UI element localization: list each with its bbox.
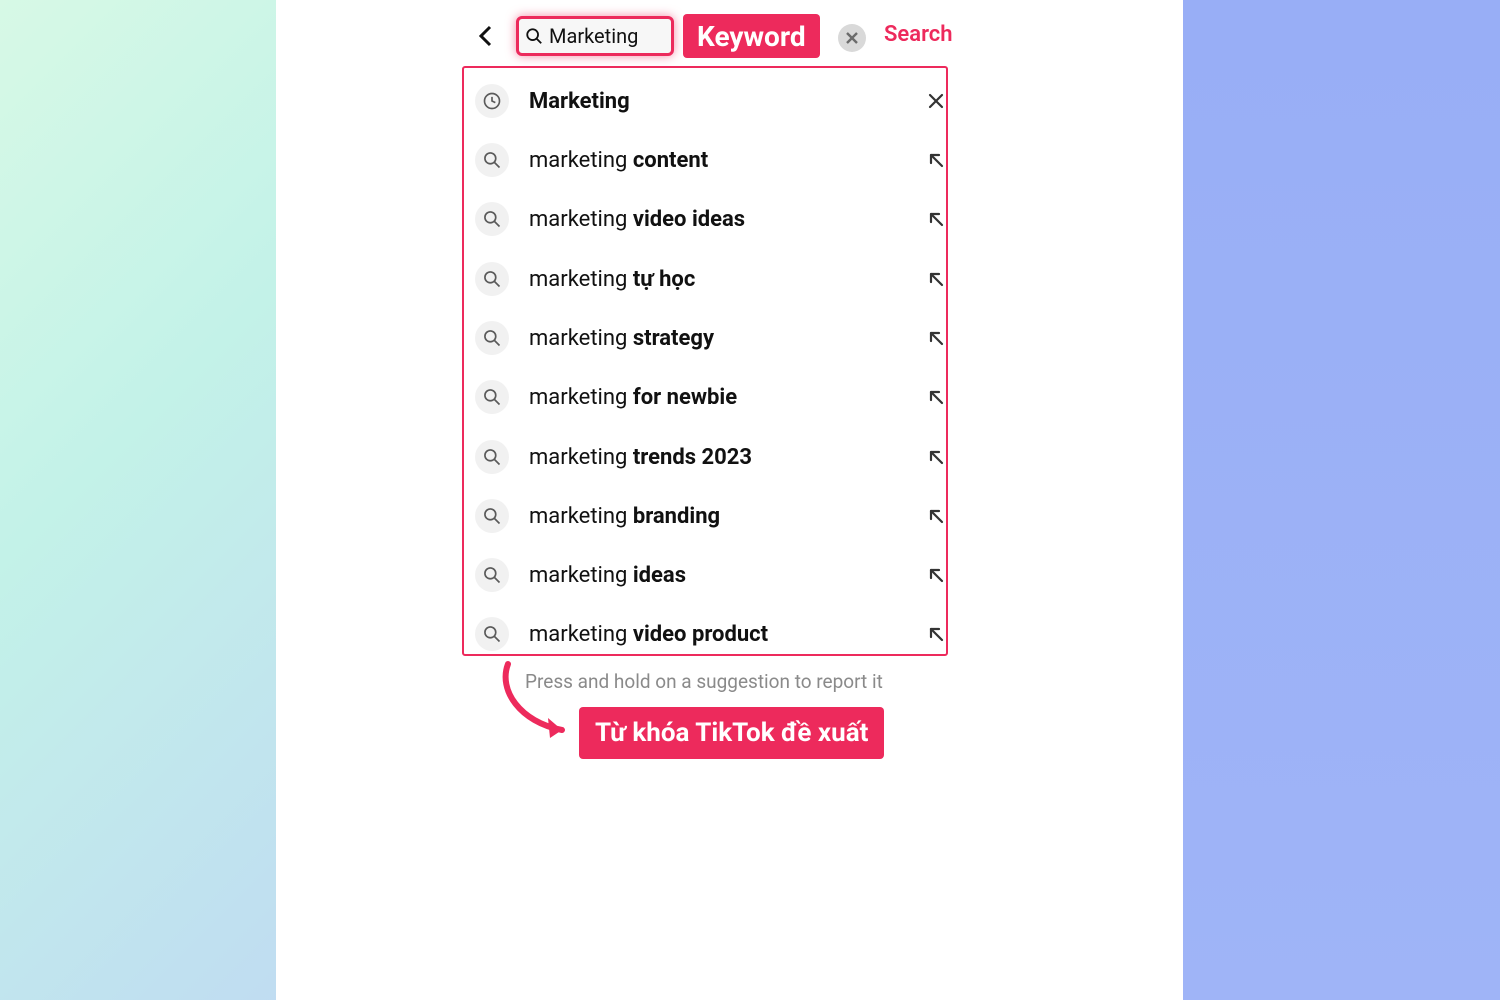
search-topbar: Marketing Keyword Search xyxy=(390,8,1032,62)
suggestion-row[interactable]: marketing content xyxy=(390,131,1032,189)
suggestion-row[interactable]: marketing trends 2023 xyxy=(390,428,1032,486)
insert-suggestion-button[interactable] xyxy=(924,622,948,646)
suggestion-text: marketing for newbie xyxy=(529,385,737,410)
remove-suggestion-button[interactable] xyxy=(924,89,948,113)
search-icon xyxy=(475,558,509,592)
suggestion-text: marketing video ideas xyxy=(529,207,745,232)
suggestion-text: marketing video product xyxy=(529,622,768,647)
suggestion-row[interactable]: marketing video product xyxy=(390,605,1032,663)
clock-icon xyxy=(475,84,509,118)
insert-suggestion-button[interactable] xyxy=(924,563,948,587)
search-query-text: Marketing xyxy=(549,24,638,48)
back-button[interactable] xyxy=(472,22,500,50)
suggestion-text: marketing content xyxy=(529,148,708,173)
suggestion-text: marketing ideas xyxy=(529,563,686,588)
search-icon xyxy=(525,27,543,45)
search-icon xyxy=(475,262,509,296)
keyword-annotation-badge: Keyword xyxy=(683,14,820,58)
frame-gap-left xyxy=(276,0,390,1000)
suggestion-row[interactable]: Marketing xyxy=(390,72,1032,130)
suggestion-text: marketing branding xyxy=(529,504,720,529)
clear-search-button[interactable] xyxy=(838,24,866,52)
search-button[interactable]: Search xyxy=(884,22,953,47)
suggestion-row[interactable]: marketing for newbie xyxy=(390,368,1032,426)
phone-screen: Marketing Keyword Search Press and hold … xyxy=(390,0,1032,1000)
insert-suggestion-button[interactable] xyxy=(924,207,948,231)
search-icon xyxy=(475,143,509,177)
suggestion-text: Marketing xyxy=(529,89,630,114)
suggestion-row[interactable]: marketing strategy xyxy=(390,309,1032,367)
insert-suggestion-button[interactable] xyxy=(924,385,948,409)
chevron-left-icon xyxy=(477,24,495,48)
search-input[interactable]: Marketing xyxy=(516,16,674,56)
background-gradient-right xyxy=(1183,0,1500,1000)
close-icon xyxy=(845,31,859,45)
frame-gap-right xyxy=(1032,0,1183,1000)
suggestion-row[interactable]: marketing ideas xyxy=(390,546,1032,604)
search-icon xyxy=(475,617,509,651)
suggested-keywords-callout: Từ khóa TikTok đề xuất xyxy=(579,707,884,759)
suggestion-row[interactable]: marketing branding xyxy=(390,487,1032,545)
curved-arrow-annotation xyxy=(490,652,590,752)
insert-suggestion-button[interactable] xyxy=(924,504,948,528)
suggestion-row[interactable]: marketing tự học xyxy=(390,250,1032,308)
suggestion-text: marketing trends 2023 xyxy=(529,445,752,470)
search-icon xyxy=(475,380,509,414)
suggestion-text: marketing strategy xyxy=(529,326,714,351)
search-icon xyxy=(475,202,509,236)
insert-suggestion-button[interactable] xyxy=(924,326,948,350)
insert-suggestion-button[interactable] xyxy=(924,148,948,172)
insert-suggestion-button[interactable] xyxy=(924,445,948,469)
search-icon xyxy=(475,321,509,355)
search-icon xyxy=(475,499,509,533)
search-icon xyxy=(475,440,509,474)
insert-suggestion-button[interactable] xyxy=(924,267,948,291)
suggestion-text: marketing tự học xyxy=(529,267,695,292)
suggestion-row[interactable]: marketing video ideas xyxy=(390,190,1032,248)
